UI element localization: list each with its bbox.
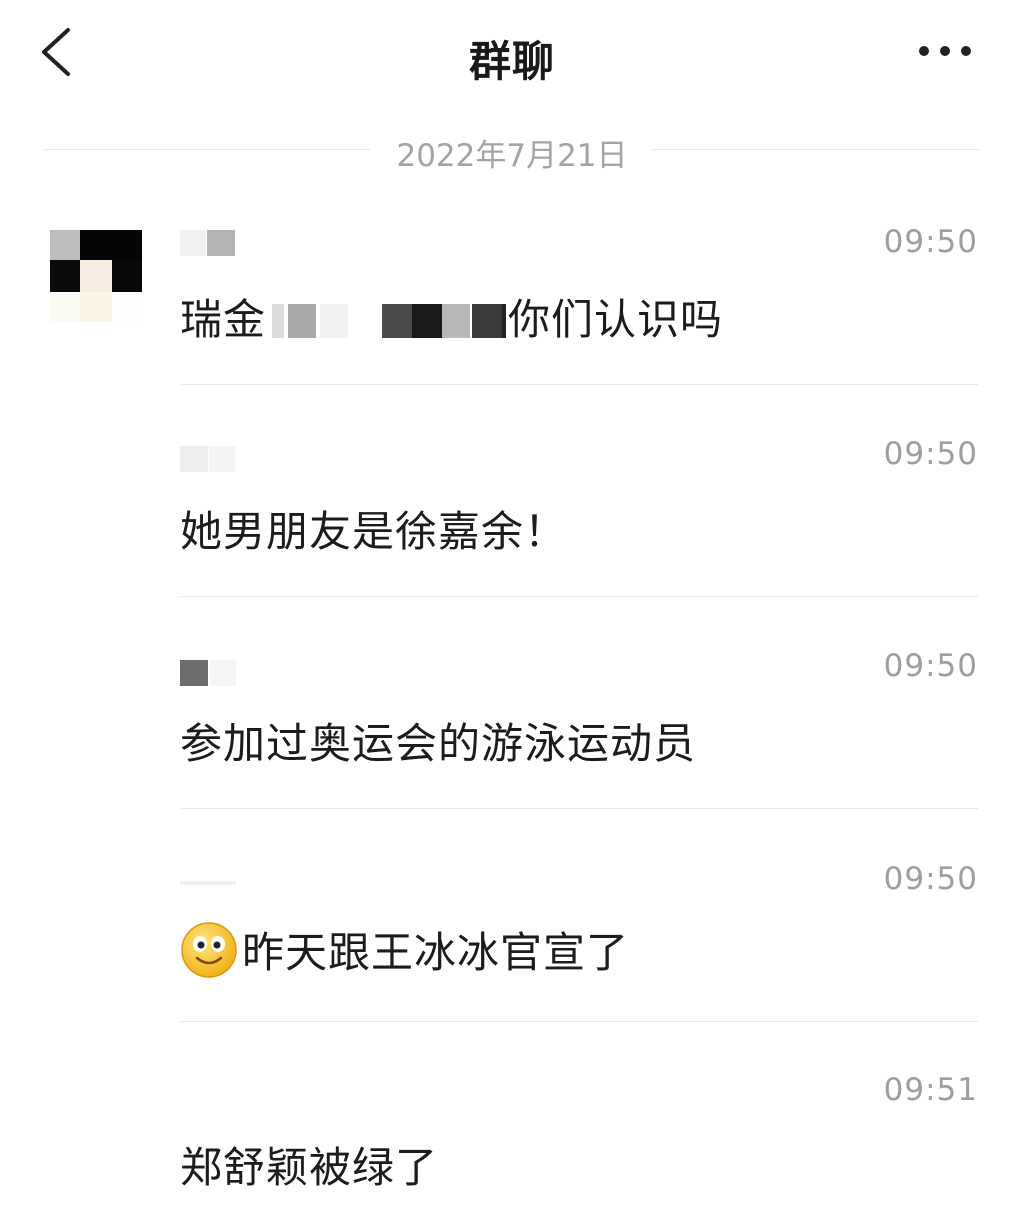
page-title: 群聊 xyxy=(468,37,555,86)
message-text: 她男朋友是徐嘉余！ xyxy=(180,507,568,556)
divider xyxy=(180,596,978,597)
smiley-face-icon xyxy=(181,922,237,978)
message-time: 09:50 xyxy=(883,436,978,472)
message-text: 郑舒颖被绿了 xyxy=(180,1143,439,1192)
date-separator: 2022年7月21日 xyxy=(45,128,980,174)
message-item[interactable]: 09:51 郑舒颖被绿了 xyxy=(180,1072,978,1219)
message-item[interactable]: 09:50 参加过奥运会的游泳运动员 xyxy=(180,646,978,810)
divider xyxy=(180,808,978,809)
message-text: 昨天跟王冰冰官宣了 xyxy=(180,919,629,980)
message-time: 09:50 xyxy=(883,861,978,897)
message-time: 09:51 xyxy=(883,1072,978,1108)
message-time: 09:50 xyxy=(883,224,978,260)
chat-header: 群聊 xyxy=(0,0,1024,110)
message-item[interactable]: 09:50 她男朋友是徐嘉余！ xyxy=(180,434,978,598)
avatar[interactable] xyxy=(50,230,142,322)
divider xyxy=(45,149,370,150)
message-text: 瑞金 你们认识吗 xyxy=(180,286,723,347)
more-button[interactable] xyxy=(906,36,984,66)
message-text-part: 你们认识吗 xyxy=(508,295,724,344)
redacted-name-mosaic xyxy=(268,304,507,338)
more-dots-icon xyxy=(919,46,971,56)
message-text: 参加过奥运会的游泳运动员 xyxy=(180,719,697,768)
message-text-part: 瑞金 xyxy=(180,295,267,344)
message-time: 09:50 xyxy=(883,648,978,684)
message-item[interactable]: 09:50 昨天跟王冰冰官宣了 xyxy=(180,859,978,1023)
message-text-part: 昨天跟王冰冰官宣了 xyxy=(242,928,630,977)
divider xyxy=(653,149,980,150)
message-item[interactable]: 09:50 瑞金 你们认识吗 xyxy=(180,222,978,386)
date-label: 2022年7月21日 xyxy=(396,138,628,174)
divider xyxy=(180,384,978,385)
divider xyxy=(180,1021,978,1022)
